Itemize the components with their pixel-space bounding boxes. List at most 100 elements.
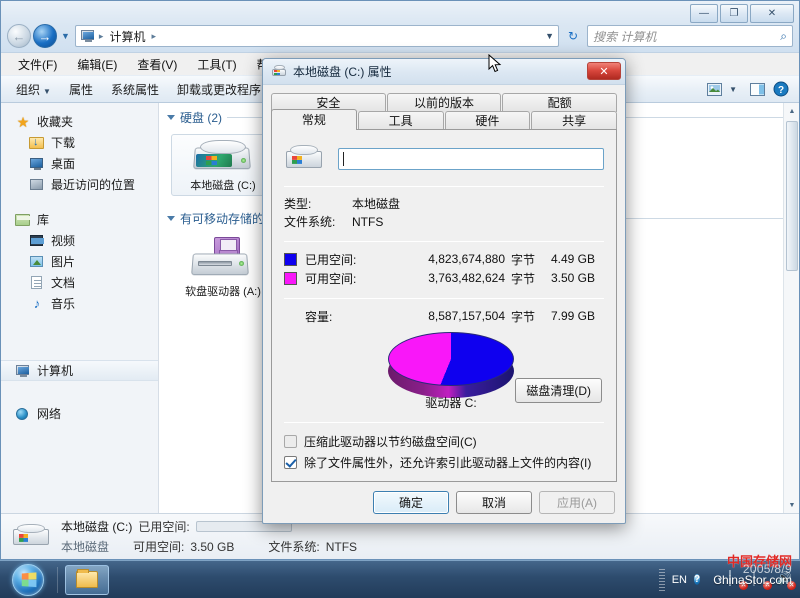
chevron-down-icon: ▼ [43, 87, 51, 96]
sidebar-item-pictures[interactable]: 图片 [1, 251, 158, 272]
sidebar-item-computer[interactable]: 计算机 [1, 360, 158, 381]
change-view-icon[interactable] [702, 79, 726, 99]
library-icon [15, 212, 31, 228]
menu-file[interactable]: 文件(F) [9, 54, 66, 75]
free-space-unit: 字节 [505, 270, 539, 287]
menu-tools[interactable]: 工具(T) [188, 54, 245, 75]
collapse-triangle-icon-2[interactable] [167, 216, 175, 221]
tab-quota[interactable]: 配额 [502, 93, 617, 112]
drive-tile-a[interactable]: 软盘驱动器 (A:) [171, 235, 275, 305]
favorites-group: ★ 收藏夹 下载 桌面 最近访问的位置 [1, 111, 158, 195]
sidebar-spacer-1 [1, 197, 158, 209]
details-drive-subtitle: 本地磁盘 [61, 538, 109, 555]
sidebar-item-documents[interactable]: 文档 [1, 272, 158, 293]
content-scrollbar[interactable]: ▲ ▼ [783, 103, 799, 513]
divider-3 [284, 298, 604, 299]
language-indicator[interactable]: EN [672, 574, 687, 586]
drive-properties-dialog: 本地磁盘 (C:) 属性 ✕ 安全 以前的版本 配额 常规 工具 硬件 共享 [262, 58, 626, 524]
sidebar-item-desktop[interactable]: 桌面 [1, 153, 158, 174]
scrollbar-thumb[interactable] [786, 121, 798, 271]
compress-checkbox[interactable] [284, 435, 297, 448]
navigation-bar: ← → ▼ ▸ 计算机 ▸ ▼ ↻ 搜索 计算机 ⌕ [1, 21, 799, 51]
drive-icon-large [284, 142, 324, 176]
sidebar-item-libraries[interactable]: 库 [1, 209, 158, 230]
collapse-triangle-icon[interactable] [167, 115, 175, 120]
tab-sharing[interactable]: 共享 [531, 111, 617, 130]
address-dropdown-chevron-icon[interactable]: ▼ [545, 31, 554, 41]
index-checkbox-row[interactable]: 除了文件属性外，还允许索引此驱动器上文件的内容(I) [284, 452, 604, 473]
sidebar-item-recent-places[interactable]: 最近访问的位置 [1, 174, 158, 195]
capacity-gb: 7.99 GB [539, 309, 595, 323]
sidebar-label-downloads: 下载 [51, 134, 75, 151]
drive-label-a: 软盘驱动器 (A:) [185, 283, 261, 299]
disk-cleanup-button[interactable]: 磁盘清理(D) [515, 378, 602, 403]
used-space-bytes: 4,823,674,880 [389, 252, 505, 266]
free-space-label: 可用空间: [305, 270, 389, 287]
scroll-up-arrow-icon[interactable]: ▲ [784, 103, 799, 119]
hard-drive-icon [192, 137, 254, 175]
compress-checkbox-row[interactable]: 压缩此驱动器以节约磁盘空间(C) [284, 431, 604, 452]
tab-general[interactable]: 常规 [271, 109, 357, 130]
sidebar-item-network[interactable]: 网络 [1, 403, 158, 424]
sidebar-label-favorites: 收藏夹 [37, 113, 73, 130]
tab-tools[interactable]: 工具 [358, 111, 444, 130]
sidebar-item-favorites[interactable]: ★ 收藏夹 [1, 111, 158, 132]
dialog-inner: 安全 以前的版本 配额 常规 工具 硬件 共享 [263, 85, 625, 482]
help-icon[interactable]: ? [769, 79, 793, 99]
sidebar-item-music[interactable]: ♪ 音乐 [1, 293, 158, 314]
refresh-button[interactable]: ↻ [563, 26, 583, 46]
video-icon [29, 233, 45, 249]
uninstall-button[interactable]: 卸载或更改程序 [168, 78, 270, 101]
free-space-swatch [284, 272, 297, 285]
sidebar-item-downloads[interactable]: 下载 [1, 132, 158, 153]
used-space-label: 已用空间: [305, 251, 389, 268]
forward-button[interactable]: → [33, 24, 57, 48]
sidebar-item-videos[interactable]: 视频 [1, 230, 158, 251]
organize-button[interactable]: 组织▼ [7, 78, 60, 101]
recent-places-icon [29, 177, 45, 193]
tray-grip-handle[interactable] [659, 569, 665, 591]
sidebar-label-videos: 视频 [51, 232, 75, 249]
divider-2 [284, 241, 604, 242]
properties-button[interactable]: 属性 [60, 78, 102, 101]
search-input[interactable]: 搜索 计算机 ⌕ [587, 25, 793, 47]
taskbar-item-explorer[interactable] [65, 565, 109, 595]
menu-edit[interactable]: 编辑(E) [68, 54, 126, 75]
volume-name-input[interactable] [338, 148, 604, 170]
ok-button[interactable]: 确定 [373, 491, 449, 514]
help-icon[interactable]: ? [694, 571, 711, 588]
general-tab-panel: 类型: 本地磁盘 文件系统: NTFS 已用空间: 4,823,674,880 … [271, 129, 617, 482]
type-value: 本地磁盘 [352, 195, 400, 212]
cancel-button[interactable]: 取消 [456, 491, 532, 514]
start-button[interactable] [2, 562, 54, 598]
sidebar-spacer-2 [1, 316, 158, 360]
download-folder-icon [29, 135, 45, 151]
drive-icon [271, 64, 287, 78]
breadcrumb-separator-icon-2[interactable]: ▸ [151, 31, 156, 42]
index-checkbox[interactable] [284, 456, 297, 469]
tab-row-2: 常规 工具 硬件 共享 [271, 111, 617, 130]
system-properties-button[interactable]: 系统属性 [102, 78, 168, 101]
capacity-bytes: 8,587,157,504 [389, 309, 505, 323]
details-free-value: 3.50 GB [190, 540, 234, 554]
preview-pane-icon[interactable] [745, 79, 769, 99]
address-bar[interactable]: ▸ 计算机 ▸ ▼ [75, 25, 559, 47]
drive-tile-c[interactable]: 本地磁盘 (C:) [171, 134, 275, 196]
dialog-close-button[interactable]: ✕ [587, 62, 621, 80]
view-chevron-down-icon[interactable]: ▼ [729, 85, 737, 94]
breadcrumb-computer[interactable]: 计算机 [106, 27, 148, 46]
menu-view[interactable]: 查看(V) [128, 54, 186, 75]
sidebar-label-computer: 计算机 [37, 362, 73, 379]
scroll-down-arrow-icon[interactable]: ▼ [784, 497, 799, 513]
free-space-row: 可用空间: 3,763,482,624 字节 3.50 GB [284, 269, 604, 288]
computer-icon [15, 363, 31, 379]
search-placeholder: 搜索 计算机 [593, 28, 780, 45]
tab-hardware[interactable]: 硬件 [445, 111, 531, 130]
sidebar-label-documents: 文档 [51, 274, 75, 291]
back-button[interactable]: ← [7, 24, 31, 48]
windows-logo-icon [12, 564, 44, 596]
tab-previous-versions[interactable]: 以前的版本 [387, 93, 502, 112]
divider-1 [284, 186, 604, 187]
recent-pages-chevron-icon[interactable]: ▼ [61, 31, 70, 41]
free-space-bytes: 3,763,482,624 [389, 271, 505, 285]
